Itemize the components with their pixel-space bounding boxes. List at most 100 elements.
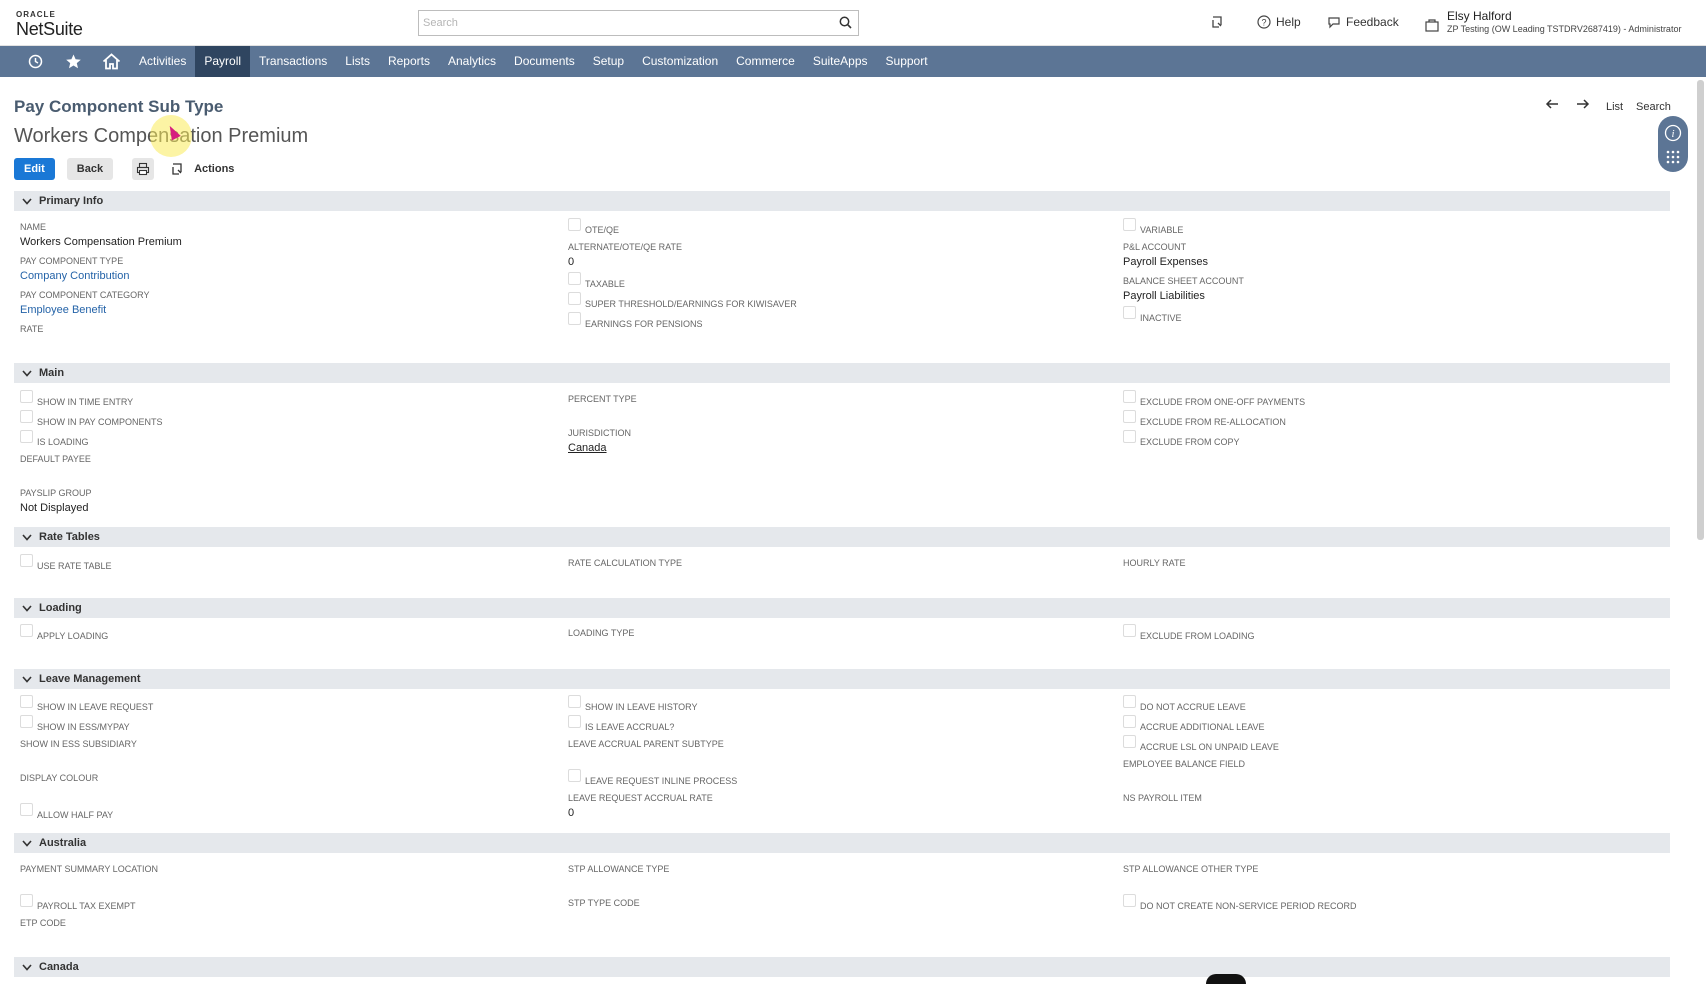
main-nav: Activities Payroll Transactions Lists Re… — [0, 46, 1706, 77]
list-link[interactable]: List — [1606, 101, 1623, 113]
section-rate-tables[interactable]: Rate Tables — [14, 527, 1670, 547]
checkbox-accrue-lsl[interactable]: ACCRUE LSL ON UNPAID LEAVE — [1123, 735, 1279, 753]
field-loading-type: LOADING TYPE — [568, 628, 635, 638]
feedback-link[interactable]: Feedback — [1327, 15, 1399, 29]
checkbox-is-leave-accrual[interactable]: IS LEAVE ACCRUAL? — [568, 715, 674, 733]
field-rate-calculation-type: RATE CALCULATION TYPE — [568, 558, 683, 568]
checkbox-show-leave-history[interactable]: SHOW IN LEAVE HISTORY — [568, 695, 698, 713]
field-pay-component-type: PAY COMPONENT TYPE Company Contribution — [20, 256, 130, 283]
checkbox-exclude-loading[interactable]: EXCLUDE FROM LOADING — [1123, 624, 1255, 642]
actions-menu-icon[interactable] — [170, 162, 184, 176]
section-canada[interactable]: Canada — [14, 957, 1670, 977]
recent-records-icon[interactable] — [1210, 15, 1224, 29]
checkbox-ote-qe[interactable]: OTE/QE — [568, 218, 619, 236]
checkbox-show-pay-components[interactable]: SHOW IN PAY COMPONENTS — [20, 410, 163, 428]
page-scrollbar[interactable] — [1697, 80, 1704, 540]
floating-toolbar-handle[interactable] — [1206, 974, 1246, 984]
checkbox-allow-half-pay[interactable]: ALLOW HALF PAY — [20, 803, 113, 821]
field-payment-summary-location: PAYMENT SUMMARY LOCATION — [20, 864, 159, 874]
field-default-payee: DEFAULT PAYEE — [20, 454, 91, 464]
checkbox-inactive[interactable]: INACTIVE — [1123, 306, 1182, 324]
checkbox-use-rate-table[interactable]: USE RATE TABLE — [20, 554, 112, 572]
nav-analytics[interactable]: Analytics — [439, 46, 505, 77]
field-hourly-rate: HOURLY RATE — [1123, 558, 1186, 568]
pay-component-type-link[interactable]: Company Contribution — [20, 269, 129, 283]
button-bar: Edit Back Actions — [14, 158, 234, 180]
checkbox-exclude-copy[interactable]: EXCLUDE FROM COPY — [1123, 430, 1240, 448]
field-alternate-rate: ALTERNATE/OTE/QE RATE 0 — [568, 242, 683, 268]
search-link[interactable]: Search — [1636, 101, 1671, 113]
field-display-colour: DISPLAY COLOUR — [20, 773, 99, 783]
section-title: Australia — [39, 837, 87, 849]
chevron-down-icon — [22, 604, 32, 612]
checkbox-earnings-pensions[interactable]: EARNINGS FOR PENSIONS — [568, 312, 703, 330]
field-pl-account: P&L ACCOUNT Payroll Expenses — [1123, 242, 1208, 268]
checkbox-taxable[interactable]: TAXABLE — [568, 272, 625, 290]
checkbox-exclude-one-off[interactable]: EXCLUDE FROM ONE-OFF PAYMENTS — [1123, 390, 1305, 408]
checkbox-variable[interactable]: VARIABLE — [1123, 218, 1183, 236]
checkbox-apply-loading[interactable]: APPLY LOADING — [20, 624, 108, 642]
section-australia[interactable]: Australia — [14, 833, 1670, 853]
jurisdiction-link[interactable]: Canada — [568, 441, 631, 455]
nav-lists[interactable]: Lists — [336, 46, 379, 77]
edit-button[interactable]: Edit — [14, 158, 55, 180]
section-title: Canada — [39, 961, 79, 973]
help-link[interactable]: ? Help — [1257, 15, 1301, 29]
section-main[interactable]: Main — [14, 363, 1670, 383]
checkbox-super-threshold[interactable]: SUPER THRESHOLD/EARNINGS FOR KIWISAVER — [568, 292, 797, 310]
nav-setup[interactable]: Setup — [584, 46, 633, 77]
field-payslip-group: PAYSLIP GROUP Not Displayed — [20, 488, 92, 514]
checkbox-do-not-accrue[interactable]: DO NOT ACCRUE LEAVE — [1123, 695, 1246, 713]
section-title: Main — [39, 367, 65, 379]
netsuite-logo[interactable]: ORACLE NetSuite — [16, 10, 83, 39]
checkbox-exclude-reallocation[interactable]: EXCLUDE FROM RE-ALLOCATION — [1123, 410, 1286, 428]
chevron-down-icon — [22, 197, 32, 205]
checkbox-do-not-create-nonservice[interactable]: DO NOT CREATE NON-SERVICE PERIOD RECORD — [1123, 894, 1357, 912]
user-menu[interactable]: Elsy Halford ZP Testing (OW Leading TSTD… — [1424, 9, 1681, 35]
checkbox-show-time-entry[interactable]: SHOW IN TIME ENTRY — [20, 390, 133, 408]
nav-transactions[interactable]: Transactions — [250, 46, 336, 77]
checkbox-leave-request-inline[interactable]: LEAVE REQUEST INLINE PROCESS — [568, 769, 737, 787]
next-record-arrow-icon[interactable] — [1576, 98, 1590, 113]
section-leave-management[interactable]: Leave Management — [14, 669, 1670, 689]
section-loading[interactable]: Loading — [14, 598, 1670, 618]
logo-oracle-text: ORACLE — [16, 10, 56, 19]
nav-customization[interactable]: Customization — [633, 46, 727, 77]
search-icon[interactable] — [839, 16, 852, 34]
back-button[interactable]: Back — [66, 158, 114, 180]
favorites-star-icon[interactable] — [54, 46, 92, 77]
recent-history-icon[interactable] — [16, 46, 54, 77]
section-primary-info[interactable]: Primary Info — [14, 191, 1670, 211]
user-role: ZP Testing (OW Leading TSTDRV2687419) - … — [1447, 24, 1682, 34]
nav-activities[interactable]: Activities — [130, 46, 195, 77]
nav-support[interactable]: Support — [877, 46, 937, 77]
nav-reports[interactable]: Reports — [379, 46, 439, 77]
checkbox-accrue-additional[interactable]: ACCRUE ADDITIONAL LEAVE — [1123, 715, 1265, 733]
field-stp-allowance-type: STP ALLOWANCE TYPE — [568, 864, 670, 874]
keypad-icon — [1666, 150, 1680, 163]
checkbox-is-loading[interactable]: IS LOADING — [20, 430, 89, 448]
checkbox-show-ess[interactable]: SHOW IN ESS/MYPAY — [20, 715, 130, 733]
nav-payroll[interactable]: Payroll — [195, 46, 251, 77]
actions-menu[interactable]: Actions — [194, 163, 234, 175]
field-percent-type: PERCENT TYPE — [568, 394, 637, 404]
print-button[interactable] — [132, 158, 155, 180]
field-stp-allowance-other: STP ALLOWANCE OTHER TYPE — [1123, 864, 1259, 874]
info-widget[interactable]: i — [1658, 116, 1688, 172]
role-switch-icon — [1425, 19, 1439, 32]
svg-text:i: i — [1671, 128, 1674, 140]
info-icon: i — [1664, 124, 1682, 141]
nav-suiteapps[interactable]: SuiteApps — [804, 46, 877, 77]
global-search-input[interactable] — [419, 11, 819, 35]
help-icon: ? — [1257, 15, 1271, 29]
nav-commerce[interactable]: Commerce — [727, 46, 804, 77]
checkbox-payroll-tax-exempt[interactable]: PAYROLL TAX EXEMPT — [20, 894, 136, 912]
field-pay-component-category: PAY COMPONENT CATEGORY Employee Benefit — [20, 290, 150, 317]
feedback-label: Feedback — [1346, 15, 1399, 29]
print-icon — [137, 162, 150, 176]
nav-documents[interactable]: Documents — [505, 46, 584, 77]
previous-record-arrow-icon[interactable] — [1545, 98, 1559, 113]
home-icon[interactable] — [92, 46, 130, 77]
checkbox-show-leave-request[interactable]: SHOW IN LEAVE REQUEST — [20, 695, 153, 713]
pay-component-category-link[interactable]: Employee Benefit — [20, 303, 150, 317]
